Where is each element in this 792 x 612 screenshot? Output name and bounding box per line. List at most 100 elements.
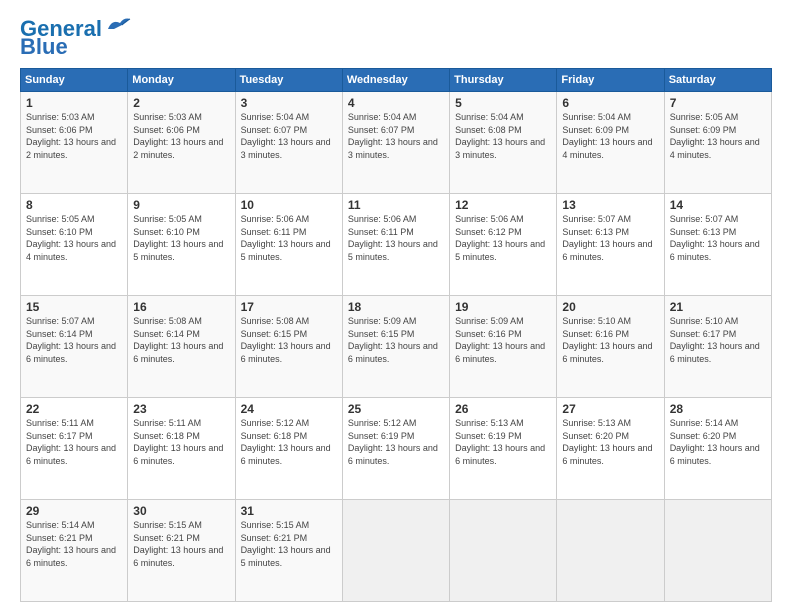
calendar-week-4: 22Sunrise: 5:11 AMSunset: 6:17 PMDayligh… — [21, 398, 772, 500]
day-info: Sunrise: 5:14 AMSunset: 6:20 PMDaylight:… — [670, 417, 767, 467]
page: General Blue SundayMondayTuesdayWednesda… — [0, 0, 792, 612]
day-info: Sunrise: 5:07 AMSunset: 6:13 PMDaylight:… — [670, 213, 767, 263]
calendar-cell: 30Sunrise: 5:15 AMSunset: 6:21 PMDayligh… — [128, 500, 235, 602]
calendar-week-3: 15Sunrise: 5:07 AMSunset: 6:14 PMDayligh… — [21, 296, 772, 398]
day-info: Sunrise: 5:06 AMSunset: 6:11 PMDaylight:… — [348, 213, 445, 263]
day-number: 10 — [241, 198, 338, 212]
day-info: Sunrise: 5:05 AMSunset: 6:10 PMDaylight:… — [26, 213, 123, 263]
day-number: 16 — [133, 300, 230, 314]
calendar-cell: 10Sunrise: 5:06 AMSunset: 6:11 PMDayligh… — [235, 194, 342, 296]
day-info: Sunrise: 5:04 AMSunset: 6:08 PMDaylight:… — [455, 111, 552, 161]
day-info: Sunrise: 5:09 AMSunset: 6:16 PMDaylight:… — [455, 315, 552, 365]
calendar-cell: 17Sunrise: 5:08 AMSunset: 6:15 PMDayligh… — [235, 296, 342, 398]
calendar-cell: 25Sunrise: 5:12 AMSunset: 6:19 PMDayligh… — [342, 398, 449, 500]
day-info: Sunrise: 5:08 AMSunset: 6:14 PMDaylight:… — [133, 315, 230, 365]
day-info: Sunrise: 5:05 AMSunset: 6:10 PMDaylight:… — [133, 213, 230, 263]
day-number: 20 — [562, 300, 659, 314]
day-info: Sunrise: 5:10 AMSunset: 6:16 PMDaylight:… — [562, 315, 659, 365]
day-number: 31 — [241, 504, 338, 518]
day-info: Sunrise: 5:12 AMSunset: 6:19 PMDaylight:… — [348, 417, 445, 467]
day-info: Sunrise: 5:13 AMSunset: 6:20 PMDaylight:… — [562, 417, 659, 467]
calendar-week-1: 1Sunrise: 5:03 AMSunset: 6:06 PMDaylight… — [21, 92, 772, 194]
day-number: 27 — [562, 402, 659, 416]
day-info: Sunrise: 5:03 AMSunset: 6:06 PMDaylight:… — [26, 111, 123, 161]
calendar-week-2: 8Sunrise: 5:05 AMSunset: 6:10 PMDaylight… — [21, 194, 772, 296]
day-info: Sunrise: 5:10 AMSunset: 6:17 PMDaylight:… — [670, 315, 767, 365]
day-number: 26 — [455, 402, 552, 416]
calendar-cell — [557, 500, 664, 602]
day-info: Sunrise: 5:11 AMSunset: 6:17 PMDaylight:… — [26, 417, 123, 467]
day-info: Sunrise: 5:04 AMSunset: 6:09 PMDaylight:… — [562, 111, 659, 161]
calendar-cell: 19Sunrise: 5:09 AMSunset: 6:16 PMDayligh… — [450, 296, 557, 398]
day-info: Sunrise: 5:03 AMSunset: 6:06 PMDaylight:… — [133, 111, 230, 161]
calendar-cell: 2Sunrise: 5:03 AMSunset: 6:06 PMDaylight… — [128, 92, 235, 194]
day-number: 28 — [670, 402, 767, 416]
day-info: Sunrise: 5:05 AMSunset: 6:09 PMDaylight:… — [670, 111, 767, 161]
calendar: SundayMondayTuesdayWednesdayThursdayFrid… — [20, 68, 772, 602]
day-header-saturday: Saturday — [664, 69, 771, 92]
day-info: Sunrise: 5:07 AMSunset: 6:14 PMDaylight:… — [26, 315, 123, 365]
day-info: Sunrise: 5:12 AMSunset: 6:18 PMDaylight:… — [241, 417, 338, 467]
calendar-cell: 11Sunrise: 5:06 AMSunset: 6:11 PMDayligh… — [342, 194, 449, 296]
calendar-cell: 9Sunrise: 5:05 AMSunset: 6:10 PMDaylight… — [128, 194, 235, 296]
calendar-cell: 21Sunrise: 5:10 AMSunset: 6:17 PMDayligh… — [664, 296, 771, 398]
calendar-header-row: SundayMondayTuesdayWednesdayThursdayFrid… — [21, 69, 772, 92]
day-number: 7 — [670, 96, 767, 110]
day-number: 11 — [348, 198, 445, 212]
calendar-cell: 20Sunrise: 5:10 AMSunset: 6:16 PMDayligh… — [557, 296, 664, 398]
day-info: Sunrise: 5:13 AMSunset: 6:19 PMDaylight:… — [455, 417, 552, 467]
day-header-tuesday: Tuesday — [235, 69, 342, 92]
calendar-cell: 14Sunrise: 5:07 AMSunset: 6:13 PMDayligh… — [664, 194, 771, 296]
day-header-wednesday: Wednesday — [342, 69, 449, 92]
day-number: 24 — [241, 402, 338, 416]
day-info: Sunrise: 5:15 AMSunset: 6:21 PMDaylight:… — [241, 519, 338, 569]
day-info: Sunrise: 5:06 AMSunset: 6:11 PMDaylight:… — [241, 213, 338, 263]
day-number: 19 — [455, 300, 552, 314]
day-info: Sunrise: 5:04 AMSunset: 6:07 PMDaylight:… — [241, 111, 338, 161]
day-info: Sunrise: 5:08 AMSunset: 6:15 PMDaylight:… — [241, 315, 338, 365]
calendar-cell — [450, 500, 557, 602]
day-number: 17 — [241, 300, 338, 314]
calendar-week-5: 29Sunrise: 5:14 AMSunset: 6:21 PMDayligh… — [21, 500, 772, 602]
calendar-cell: 15Sunrise: 5:07 AMSunset: 6:14 PMDayligh… — [21, 296, 128, 398]
calendar-cell: 18Sunrise: 5:09 AMSunset: 6:15 PMDayligh… — [342, 296, 449, 398]
calendar-cell: 23Sunrise: 5:11 AMSunset: 6:18 PMDayligh… — [128, 398, 235, 500]
day-number: 5 — [455, 96, 552, 110]
day-info: Sunrise: 5:11 AMSunset: 6:18 PMDaylight:… — [133, 417, 230, 467]
calendar-cell: 26Sunrise: 5:13 AMSunset: 6:19 PMDayligh… — [450, 398, 557, 500]
day-number: 14 — [670, 198, 767, 212]
day-number: 4 — [348, 96, 445, 110]
calendar-cell: 5Sunrise: 5:04 AMSunset: 6:08 PMDaylight… — [450, 92, 557, 194]
day-info: Sunrise: 5:07 AMSunset: 6:13 PMDaylight:… — [562, 213, 659, 263]
calendar-cell: 4Sunrise: 5:04 AMSunset: 6:07 PMDaylight… — [342, 92, 449, 194]
calendar-cell — [342, 500, 449, 602]
day-number: 22 — [26, 402, 123, 416]
logo: General Blue — [20, 18, 132, 58]
day-info: Sunrise: 5:04 AMSunset: 6:07 PMDaylight:… — [348, 111, 445, 161]
calendar-cell: 27Sunrise: 5:13 AMSunset: 6:20 PMDayligh… — [557, 398, 664, 500]
day-number: 30 — [133, 504, 230, 518]
day-number: 2 — [133, 96, 230, 110]
day-number: 6 — [562, 96, 659, 110]
day-info: Sunrise: 5:14 AMSunset: 6:21 PMDaylight:… — [26, 519, 123, 569]
day-header-thursday: Thursday — [450, 69, 557, 92]
day-number: 8 — [26, 198, 123, 212]
calendar-cell: 16Sunrise: 5:08 AMSunset: 6:14 PMDayligh… — [128, 296, 235, 398]
day-number: 13 — [562, 198, 659, 212]
day-number: 18 — [348, 300, 445, 314]
calendar-cell: 28Sunrise: 5:14 AMSunset: 6:20 PMDayligh… — [664, 398, 771, 500]
day-header-monday: Monday — [128, 69, 235, 92]
calendar-cell: 29Sunrise: 5:14 AMSunset: 6:21 PMDayligh… — [21, 500, 128, 602]
day-number: 15 — [26, 300, 123, 314]
day-info: Sunrise: 5:15 AMSunset: 6:21 PMDaylight:… — [133, 519, 230, 569]
calendar-cell: 12Sunrise: 5:06 AMSunset: 6:12 PMDayligh… — [450, 194, 557, 296]
day-number: 25 — [348, 402, 445, 416]
day-number: 1 — [26, 96, 123, 110]
day-header-sunday: Sunday — [21, 69, 128, 92]
calendar-cell: 13Sunrise: 5:07 AMSunset: 6:13 PMDayligh… — [557, 194, 664, 296]
day-number: 12 — [455, 198, 552, 212]
day-number: 29 — [26, 504, 123, 518]
logo-bird-icon — [104, 15, 132, 35]
day-number: 9 — [133, 198, 230, 212]
day-number: 23 — [133, 402, 230, 416]
